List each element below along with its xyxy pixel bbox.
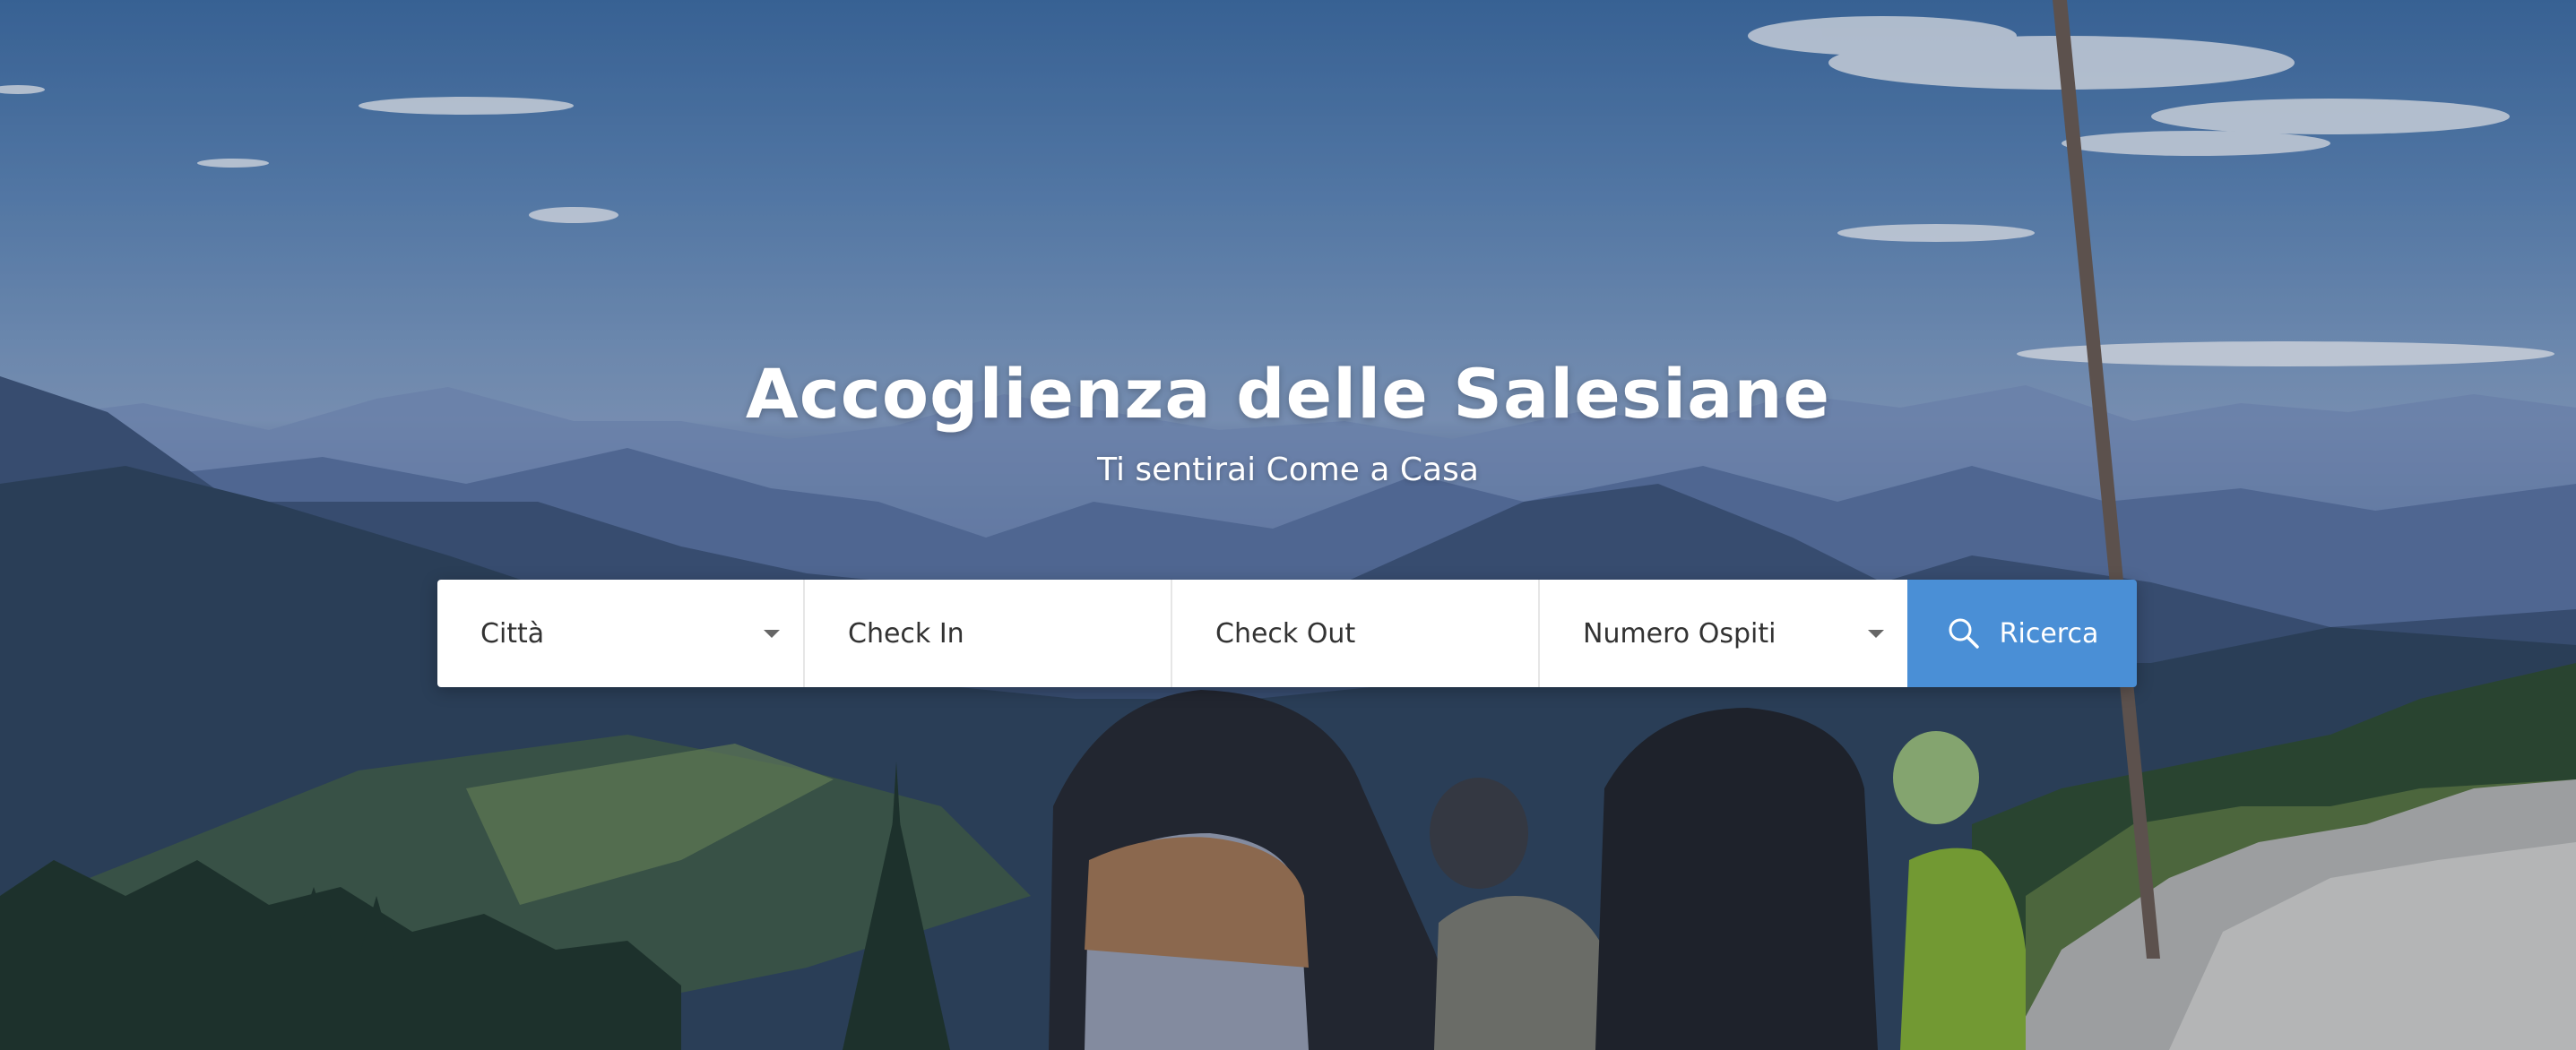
hero-title: Accoglienza delle Salesiane [745,354,1831,434]
check-out-placeholder: Check Out [1215,617,1356,650]
hero-section: Accoglienza delle Salesiane Ti sentirai … [0,0,2576,1050]
check-in-placeholder: Check In [848,617,964,650]
search-button-label: Ricerca [1999,617,2099,650]
guests-select[interactable]: Numero Ospiti [1540,580,1907,687]
search-icon [1946,615,1982,651]
chevron-down-icon [764,630,780,638]
hero-subtitle: Ti sentirai Come a Casa [1097,452,1479,488]
hero-content: Accoglienza delle Salesiane Ti sentirai … [0,0,2576,1050]
search-button[interactable]: Ricerca [1907,580,2137,687]
check-out-input[interactable]: Check Out [1172,580,1540,687]
chevron-down-icon [1868,630,1884,638]
city-select-value: Città [480,617,545,650]
guests-select-value: Numero Ospiti [1583,617,1776,650]
check-in-input[interactable]: Check In [805,580,1172,687]
search-bar: Città Check In Check Out Numero Ospiti R… [437,580,2137,687]
city-select[interactable]: Città [437,580,805,687]
